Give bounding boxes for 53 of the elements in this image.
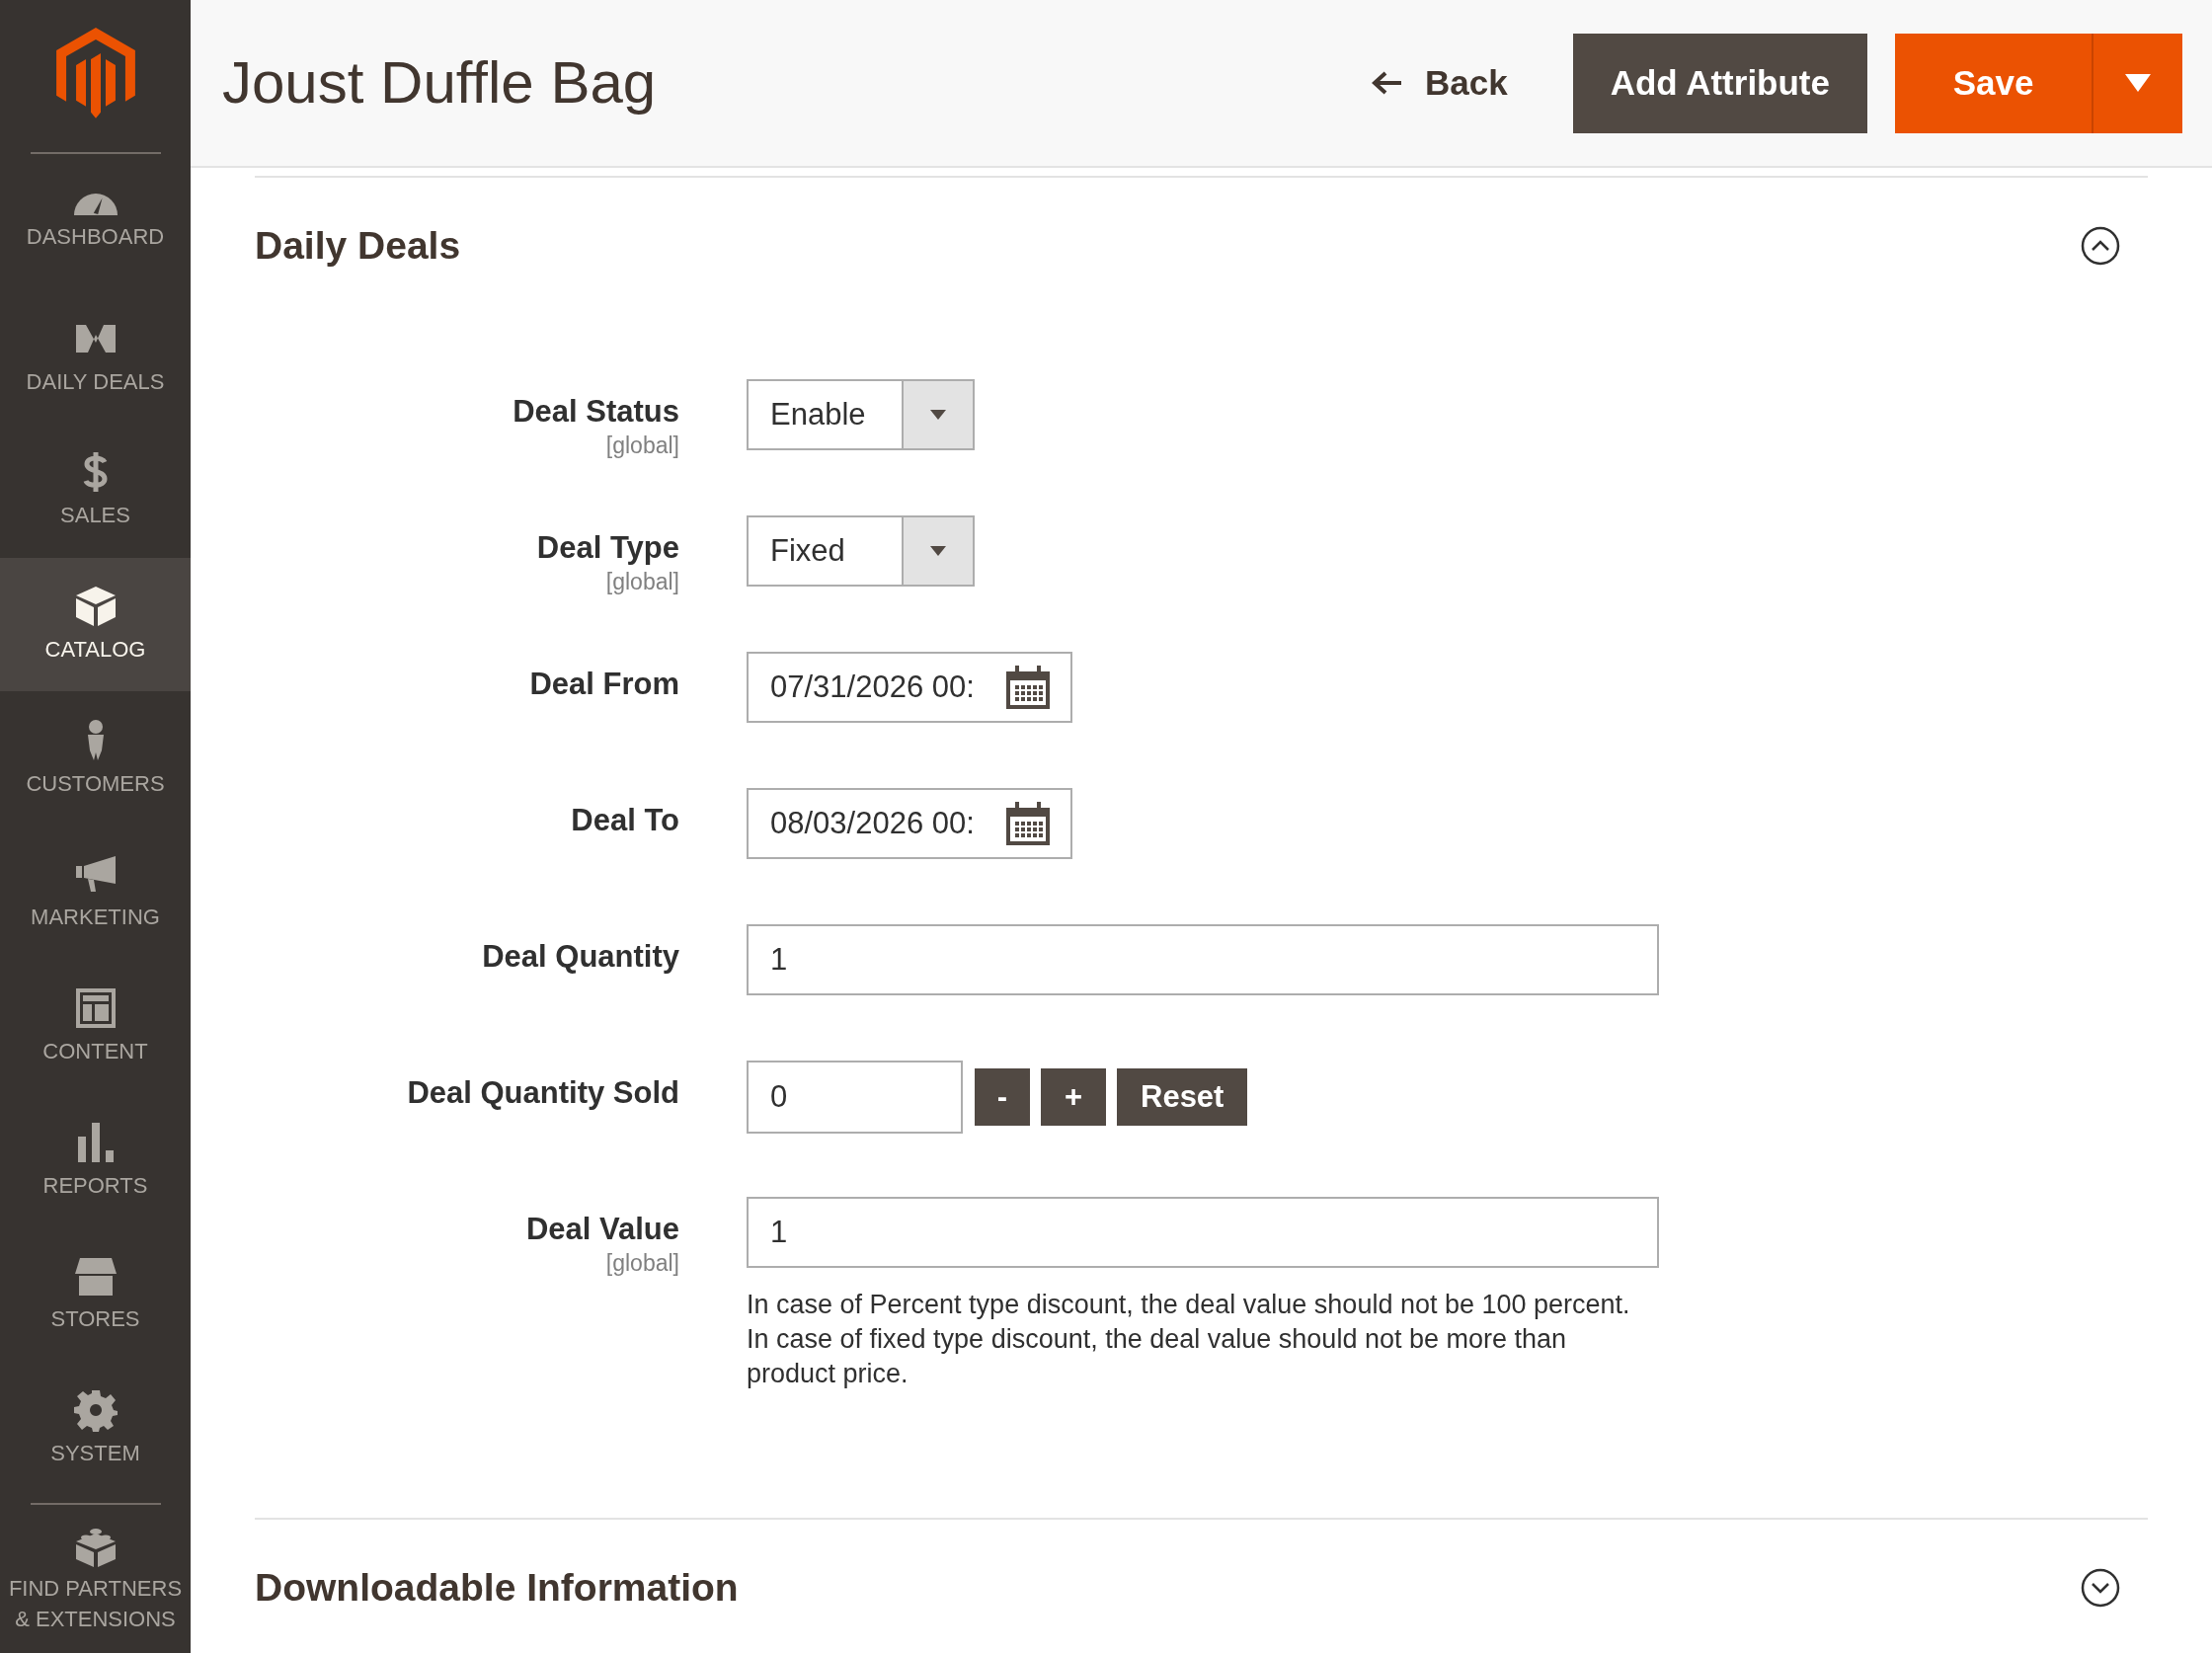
arrow-left-icon [1372, 70, 1404, 96]
section-title[interactable]: Downloadable Information [255, 1558, 739, 1617]
back-link[interactable]: Back [1372, 56, 1508, 110]
sidebar-item[interactable]: SYSTEM [0, 1361, 191, 1496]
reset-button[interactable]: Reset [1117, 1068, 1248, 1126]
magento-logo[interactable] [55, 28, 135, 118]
select-field[interactable]: Fixed [747, 515, 975, 587]
sidebar-item[interactable]: CONTENT [0, 959, 191, 1094]
counter-button[interactable]: - [975, 1068, 1030, 1126]
sidebar-item[interactable]: DASHBOARD [0, 155, 191, 290]
add-attribute-button[interactable]: Add Attribute [1572, 33, 1867, 133]
field-label: Deal Quantity [482, 938, 679, 976]
select-field[interactable]: Enable [747, 379, 975, 450]
dollar-icon [82, 450, 109, 495]
field-label: Deal Quantity Sold [407, 1074, 679, 1112]
sidebar-item[interactable]: FIND PARTNERS & EXTENSIONS [0, 1505, 191, 1653]
page-title: Joust Duffle Bag [222, 48, 658, 118]
text-field[interactable]: 1 [747, 1197, 1659, 1268]
sidebar-item[interactable]: SALES [0, 424, 191, 558]
date-field[interactable]: 08/03/2026 00: [747, 788, 1072, 859]
save-options-button[interactable] [2092, 33, 2182, 133]
gauge-icon [73, 194, 118, 216]
field-label: Deal From [529, 666, 679, 703]
box-icon [73, 585, 118, 629]
field-note: In case of Percent type discount, the deal value should not be 100 percent. In case of fixed type discount, the deal value should not be more than product price. [747, 1289, 1631, 1390]
collapse-icon[interactable] [2081, 226, 2120, 266]
section-title[interactable]: Daily Deals [255, 216, 461, 276]
field-label: Deal Type [536, 529, 679, 567]
date-field[interactable]: 07/31/2026 00: [747, 652, 1072, 723]
sidebar-item[interactable]: CUSTOMERS [0, 691, 191, 826]
scope-label: [global] [605, 432, 679, 460]
caret-icon [2125, 74, 2151, 92]
scope-label: [global] [605, 568, 679, 596]
text-field[interactable]: 1 [747, 924, 1659, 995]
sidebar-item[interactable]: DAILY DEALS [0, 289, 191, 425]
caret-icon [930, 546, 946, 556]
field-label: Deal To [571, 802, 679, 839]
calendar-icon[interactable] [1005, 802, 1051, 845]
layout-icon [73, 986, 118, 1031]
sidebar-item[interactable]: MARKETING [0, 826, 191, 960]
calendar-icon[interactable] [1005, 666, 1051, 709]
caret-icon [930, 410, 946, 420]
counter-button[interactable]: + [1041, 1068, 1106, 1126]
sidebar-item[interactable]: STORES [0, 1227, 191, 1362]
field-label: Deal Status [513, 393, 679, 431]
sidebar-item[interactable]: REPORTS [0, 1093, 191, 1227]
gear-icon [73, 1388, 118, 1432]
scope-label: [global] [605, 1249, 679, 1278]
sidebar-item[interactable]: CATALOG [0, 557, 191, 692]
expand-icon[interactable] [2081, 1568, 2120, 1608]
text-field[interactable]: 0 [747, 1061, 963, 1134]
field-label: Deal Value [525, 1211, 679, 1248]
save-button[interactable]: Save [1895, 33, 2092, 133]
